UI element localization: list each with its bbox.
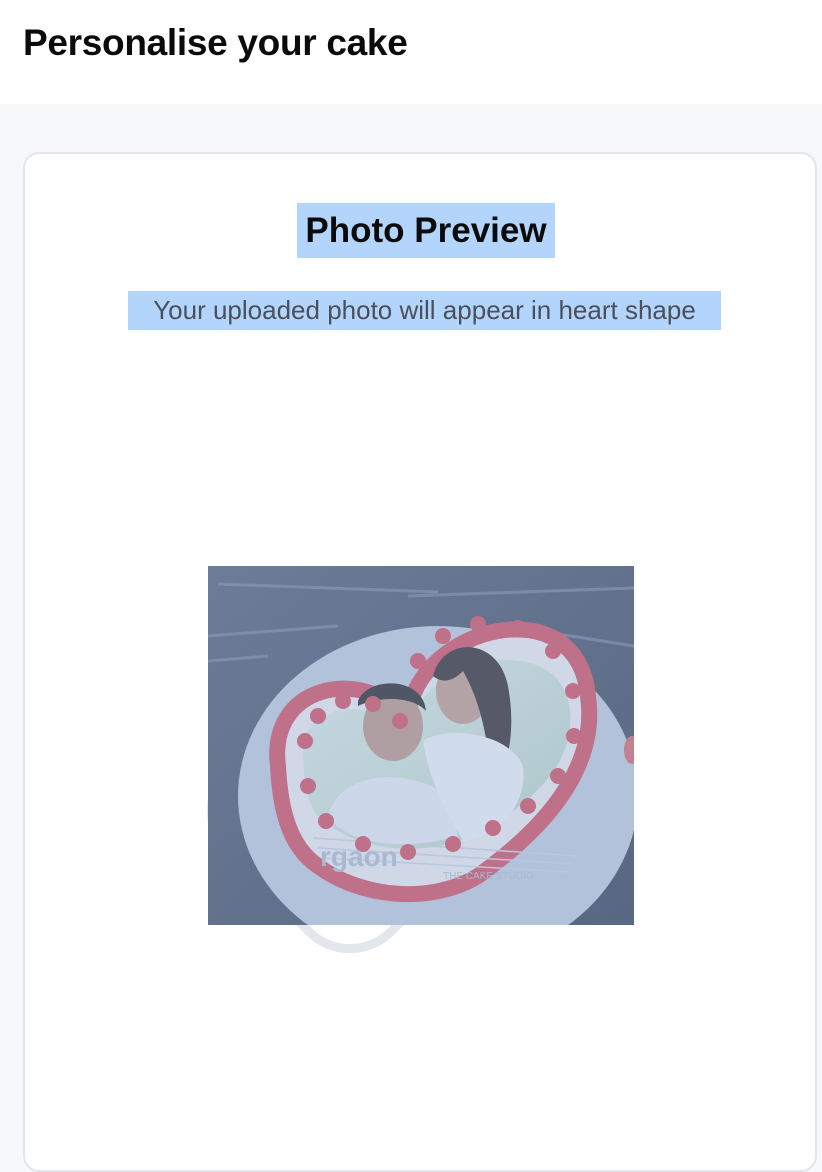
heart-cake-photo: rgaon THE CAKE STUDIO	[208, 566, 634, 925]
cake-logo-text: rgaon	[320, 841, 398, 872]
preview-subtext: Your uploaded photo will appear in heart…	[128, 291, 721, 330]
preview-heading: Photo Preview	[297, 203, 555, 258]
cake-logo-subtext: THE CAKE STUDIO	[443, 871, 534, 882]
page-header: Personalise your cake	[0, 0, 822, 104]
page-title: Personalise your cake	[23, 22, 408, 63]
